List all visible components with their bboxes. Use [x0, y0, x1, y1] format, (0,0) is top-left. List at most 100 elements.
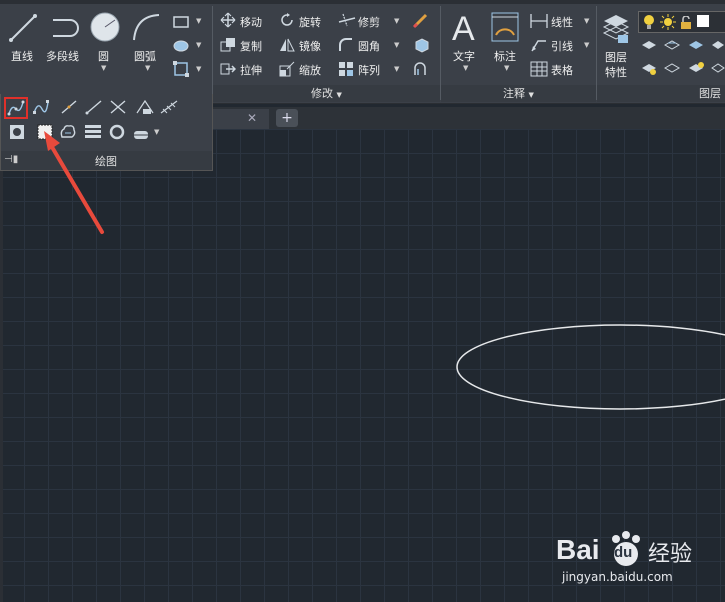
copy-button[interactable]: 复制	[240, 38, 262, 54]
linear-dropdown-icon[interactable]: ▼	[584, 17, 589, 25]
erase-icon[interactable]	[412, 11, 430, 33]
close-tab-icon[interactable]: ✕	[247, 111, 257, 125]
mirror-button[interactable]: 镜像	[299, 38, 321, 54]
file-tab[interactable]: ✕	[211, 109, 269, 129]
layer-tool-icon[interactable]	[711, 60, 725, 79]
watermark-brand: Bai	[556, 534, 600, 565]
modify-panel-title[interactable]: 修改 ▼	[213, 85, 440, 102]
annotation-panel-title[interactable]: 注释 ▼	[441, 85, 596, 102]
layers-panel-title[interactable]: 图层	[597, 85, 725, 102]
layers-panel-label: 图层	[699, 87, 721, 100]
table-button[interactable]: 表格	[551, 62, 573, 78]
fillet-dropdown-icon[interactable]: ▼	[394, 41, 399, 49]
layer-properties-label-1[interactable]: 图层	[605, 49, 627, 65]
layer-tool-icon[interactable]	[688, 36, 704, 55]
more-tools-icon[interactable]	[133, 126, 149, 145]
text-icon[interactable]: A	[450, 10, 480, 48]
construction-line-icon[interactable]	[60, 99, 78, 119]
polyline-icon[interactable]	[50, 12, 84, 48]
trim-button[interactable]: 修剪	[358, 14, 380, 30]
text-dropdown-icon[interactable]: ▼	[463, 64, 468, 72]
divide-icon[interactable]	[135, 99, 155, 119]
rotate-icon[interactable]	[279, 12, 295, 32]
copy-icon[interactable]	[220, 37, 236, 57]
move-icon[interactable]	[220, 12, 236, 32]
svg-text:A: A	[452, 10, 475, 44]
layer-tool-icon[interactable]	[641, 36, 657, 55]
more-tools-dropdown-icon[interactable]: ▼	[154, 128, 159, 136]
leader-dropdown-icon[interactable]: ▼	[584, 41, 589, 49]
layer-tool-icon[interactable]	[663, 60, 681, 79]
ray-icon[interactable]	[85, 99, 103, 119]
array-icon[interactable]	[338, 61, 354, 81]
spline-fit-highlight[interactable]	[4, 97, 28, 119]
rotate-button[interactable]: 旋转	[299, 14, 321, 30]
dimension-dropdown-icon[interactable]: ▼	[504, 64, 509, 72]
region-icon[interactable]	[9, 124, 25, 144]
arc-button-label[interactable]: 圆弧	[134, 48, 156, 64]
layer-tool-icon[interactable]	[688, 60, 704, 79]
line-icon[interactable]	[8, 12, 38, 48]
circle-dropdown-icon[interactable]: ▼	[101, 64, 106, 72]
layer-color-swatch[interactable]	[697, 15, 709, 27]
ribbon-tab-strip	[0, 0, 725, 4]
array-dropdown-icon[interactable]: ▼	[394, 65, 399, 73]
layer-tool-icon[interactable]	[711, 36, 725, 55]
array-button[interactable]: 阵列	[358, 62, 380, 78]
leader-button[interactable]: 引线	[551, 38, 573, 54]
file-tab-bar: ✕ +	[211, 107, 725, 129]
stretch-icon[interactable]	[220, 61, 237, 81]
layer-dropdown[interactable]	[638, 11, 725, 33]
multiple-points-icon[interactable]	[109, 99, 127, 119]
rectangle-dropdown-icon[interactable]: ▼	[196, 17, 201, 25]
annotation-panel-expand-icon[interactable]: ▼	[529, 91, 534, 99]
sun-icon[interactable]	[660, 14, 676, 34]
dimension-button-label[interactable]: 标注	[494, 48, 516, 64]
spline-cv-icon[interactable]	[32, 99, 50, 119]
boundary-icon[interactable]	[172, 60, 190, 82]
text-button-label[interactable]: 文字	[453, 48, 475, 64]
trim-icon[interactable]	[338, 12, 356, 32]
layer-properties-icon[interactable]	[602, 11, 630, 49]
unlock-icon[interactable]	[680, 15, 692, 34]
polyline-button-label[interactable]: 多段线	[46, 48, 79, 64]
left-edge-strip	[0, 170, 3, 602]
fillet-icon[interactable]	[338, 37, 354, 57]
layer-properties-label-2[interactable]: 特性	[605, 64, 627, 80]
hatch-dropdown-icon[interactable]: ▼	[196, 41, 201, 49]
watermark-url: jingyan.baidu.com	[562, 570, 673, 584]
modify-panel-label: 修改	[311, 87, 334, 100]
lightbulb-icon[interactable]	[643, 14, 655, 34]
offset-icon[interactable]	[412, 60, 430, 82]
boundary-dropdown-icon[interactable]: ▼	[196, 65, 201, 73]
scale-button[interactable]: 缩放	[299, 62, 321, 78]
donut-icon[interactable]	[109, 124, 125, 144]
measure-icon[interactable]	[159, 99, 179, 119]
modify-panel-expand-icon[interactable]: ▼	[337, 91, 342, 99]
move-button[interactable]: 移动	[240, 14, 262, 30]
line-button-label[interactable]: 直线	[11, 48, 33, 64]
arc-dropdown-icon[interactable]: ▼	[145, 64, 150, 72]
new-tab-icon[interactable]: +	[276, 109, 298, 127]
hatch-icon[interactable]	[172, 38, 190, 57]
circle-button-label[interactable]: 圆	[98, 48, 109, 64]
linear-button[interactable]: 线性	[551, 14, 573, 30]
explode-icon[interactable]	[412, 36, 430, 58]
layer-tool-icon[interactable]	[641, 60, 657, 79]
arc-icon[interactable]	[130, 11, 162, 47]
mirror-icon[interactable]	[279, 37, 295, 57]
fillet-button[interactable]: 圆角	[358, 38, 380, 54]
trim-dropdown-icon[interactable]: ▼	[394, 17, 399, 25]
scale-icon[interactable]	[279, 61, 295, 81]
stretch-button[interactable]: 拉伸	[240, 62, 262, 78]
table-icon[interactable]	[530, 61, 548, 81]
linear-dimension-icon[interactable]	[530, 13, 548, 33]
ellipse-shape	[456, 324, 725, 410]
pin-icon[interactable]: ⊣▮	[4, 154, 18, 165]
circle-icon[interactable]	[89, 11, 121, 47]
baidu-watermark: Bai du 经验 jingyan.baidu.com	[556, 530, 721, 590]
leader-icon[interactable]	[530, 37, 548, 57]
dimension-icon[interactable]	[490, 11, 520, 47]
rectangle-icon[interactable]	[172, 14, 190, 33]
layer-tool-icon[interactable]	[663, 36, 681, 55]
